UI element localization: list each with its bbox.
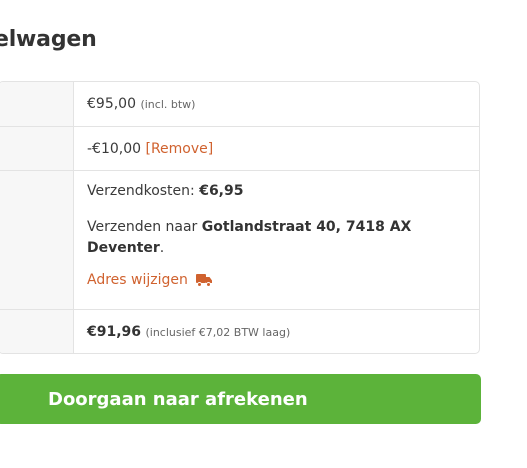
coupon-discount-amount: -€10,00 (87, 140, 142, 157)
subtotal-label-cell (0, 82, 74, 126)
shipping-cost-line: Verzendkosten: €6,95 (87, 181, 479, 201)
shipping-row: Verzendkosten: €6,95 Verzenden naar Gotl… (0, 171, 479, 310)
shipping-destination-prefix: Verzenden naar (87, 219, 202, 235)
subtotal-tax-note: (incl. btw) (140, 98, 196, 111)
truck-icon (195, 273, 213, 287)
order-total-amount: €91,96 (87, 323, 142, 340)
order-total-label-cell (0, 310, 74, 353)
cart-totals-page: elwagen €95,00 (incl. btw) -€10,00 [Remo… (0, 0, 527, 468)
change-address-label: Adres wijzigen (87, 272, 188, 288)
shipping-label-cell (0, 171, 74, 309)
order-total-tax-note: (inclusief €7,02 BTW laag) (145, 325, 291, 339)
cart-heading: elwagen (0, 27, 97, 52)
shipping-cost-amount: €6,95 (199, 183, 244, 199)
coupon-value-cell: -€10,00 [Remove] (74, 127, 479, 170)
shipping-destination-suffix: . (159, 240, 165, 256)
coupon-label-cell (0, 127, 74, 170)
shipping-value-cell: Verzendkosten: €6,95 Verzenden naar Gotl… (74, 171, 479, 309)
coupon-row: -€10,00 [Remove] (0, 127, 479, 171)
subtotal-amount: €95,00 (87, 96, 136, 112)
proceed-to-checkout-button[interactable]: Doorgaan naar afrekenen (0, 374, 481, 424)
shipping-cost-label: Verzendkosten: (87, 183, 200, 199)
cart-totals-table: €95,00 (incl. btw) -€10,00 [Remove] Verz… (0, 81, 480, 354)
change-address-button[interactable]: Adres wijzigen (87, 272, 479, 288)
remove-coupon-link[interactable]: [Remove] (146, 141, 214, 157)
subtotal-value-cell: €95,00 (incl. btw) (74, 82, 479, 126)
order-total-value-cell: €91,96 (inclusief €7,02 BTW laag) (74, 310, 479, 353)
shipping-destination: Verzenden naar Gotlandstraat 40, 7418 AX… (87, 217, 479, 259)
order-total-row: €91,96 (inclusief €7,02 BTW laag) (0, 310, 479, 353)
subtotal-row: €95,00 (incl. btw) (0, 82, 479, 127)
